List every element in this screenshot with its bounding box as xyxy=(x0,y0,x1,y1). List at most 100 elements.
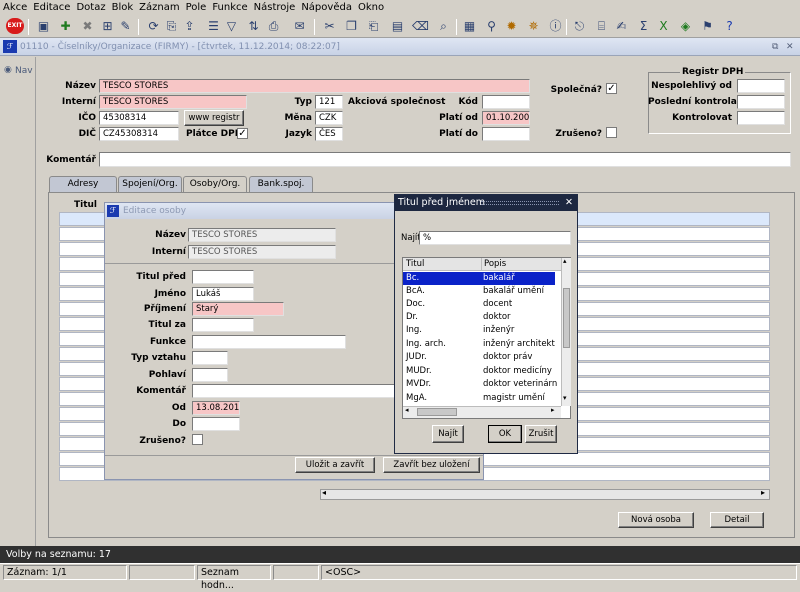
excel-icon[interactable]: X xyxy=(656,19,671,34)
menu-nastroje[interactable]: Nástroje xyxy=(251,0,299,16)
tab-osoby[interactable]: Osoby/Org. xyxy=(183,176,247,193)
scroll-left-icon[interactable]: ◂ xyxy=(322,488,326,497)
info-icon[interactable]: ⓘ xyxy=(548,19,563,34)
ico-field[interactable]: 45308314 xyxy=(99,111,179,125)
list-icon[interactable]: ☰ xyxy=(206,19,221,34)
lov-close-icon[interactable]: ✕ xyxy=(565,195,573,211)
jazyk-field[interactable]: ČES xyxy=(315,127,343,141)
flag-icon[interactable]: ⚑ xyxy=(700,19,715,34)
lov-ok-button[interactable]: OK xyxy=(488,425,522,443)
link-icon[interactable]: ⎋ xyxy=(572,19,587,34)
pohlavi-field[interactable] xyxy=(192,368,228,382)
menu-dotaz[interactable]: Dotaz xyxy=(73,0,108,16)
nav-icon[interactable]: ◉ xyxy=(4,65,12,75)
close-icon[interactable]: ✕ xyxy=(786,38,794,56)
lov-cancel-button[interactable]: Zrušit xyxy=(525,425,557,443)
list-item[interactable]: JUDr. doktor práv xyxy=(403,351,555,364)
settings-icon[interactable]: ✹ xyxy=(504,19,519,34)
typ-vztahu-field[interactable] xyxy=(192,351,228,365)
pin-icon[interactable]: ⚲ xyxy=(484,19,499,34)
list-item[interactable]: Ing. inženýr xyxy=(403,324,555,337)
restore-icon[interactable]: ⧉ xyxy=(772,38,778,56)
posledni-kontrola-field[interactable] xyxy=(737,95,785,109)
prijmeni-field[interactable]: Starý xyxy=(192,302,284,316)
nazev-field[interactable]: TESCO STORES xyxy=(99,79,530,93)
zruseno-checkbox[interactable] xyxy=(606,127,617,138)
search-icon[interactable]: ⌕ xyxy=(436,19,451,34)
jmeno-field[interactable]: Lukáš xyxy=(192,287,254,301)
save-icon[interactable]: ▣ xyxy=(36,19,51,34)
nova-osoba-button[interactable]: Nová osoba xyxy=(618,512,694,528)
refresh-icon[interactable]: ⟳ xyxy=(146,19,161,34)
list-item[interactable]: BcA. bakalář umění xyxy=(403,285,555,298)
list-item[interactable]: MUDr. doktor medicíny xyxy=(403,365,555,378)
export-icon[interactable]: ⇪ xyxy=(182,19,197,34)
list-item[interactable]: MVDr. doktor veterinární m xyxy=(403,378,557,391)
clear-icon[interactable]: ⌫ xyxy=(412,19,429,34)
note-icon[interactable]: ✍ xyxy=(614,19,629,34)
scroll-right-icon[interactable]: ▸ xyxy=(761,488,765,497)
funkce-field[interactable] xyxy=(192,335,346,349)
menu-funkce[interactable]: Funkce xyxy=(209,0,250,16)
calc-icon[interactable]: ▦ xyxy=(462,19,477,34)
delete-icon[interactable]: ✖ xyxy=(80,19,95,34)
komentar-field[interactable] xyxy=(99,152,791,167)
platce-dph-checkbox[interactable]: ✓ xyxy=(237,128,248,139)
cut-icon[interactable]: ✂ xyxy=(322,19,337,34)
list-item[interactable]: Bc. bakalář xyxy=(403,272,555,285)
lov-horizontal-scrollbar[interactable]: ◂ ▸ xyxy=(403,406,561,418)
editor-zruseno-checkbox[interactable] xyxy=(192,434,203,445)
do-field[interactable] xyxy=(192,417,240,431)
lock-icon[interactable]: ⊞ xyxy=(100,19,115,34)
lov-find-input[interactable]: % xyxy=(419,231,571,245)
nespolehlivy-field[interactable] xyxy=(737,79,785,93)
filter-icon[interactable]: ▽ xyxy=(224,19,239,34)
list-item[interactable]: MgA. magistr umění xyxy=(403,392,555,405)
star-icon[interactable]: ✵ xyxy=(526,19,541,34)
scroll-down-icon[interactable]: ▾ xyxy=(563,394,567,402)
detail-button[interactable]: Detail xyxy=(710,512,764,528)
kod-field[interactable] xyxy=(482,95,530,109)
menu-editace[interactable]: Editace xyxy=(30,0,73,16)
document-icon[interactable]: ▤ xyxy=(390,19,405,34)
mena-field[interactable]: CZK xyxy=(315,111,343,125)
grid-horizontal-scrollbar[interactable]: ◂ ▸ xyxy=(320,488,770,500)
sort-icon[interactable]: ⇅ xyxy=(246,19,261,34)
scroll-up-icon[interactable]: ▴ xyxy=(563,257,567,265)
scroll-thumb[interactable] xyxy=(563,288,570,348)
menu-okno[interactable]: Okno xyxy=(355,0,387,16)
kontrolovat-field[interactable] xyxy=(737,111,785,125)
exit-icon[interactable]: EXIT xyxy=(6,18,24,34)
dic-field[interactable]: CZ45308314 xyxy=(99,127,179,141)
scroll-right-icon[interactable]: ▸ xyxy=(551,406,555,414)
lov-vertical-scrollbar[interactable]: ▴ ▾ xyxy=(561,257,571,406)
menu-zaznam[interactable]: Záznam xyxy=(136,0,182,16)
tab-spojeni[interactable]: Spojení/Org. xyxy=(118,176,182,192)
add-icon[interactable]: ✚ xyxy=(58,19,73,34)
plati-do-field[interactable] xyxy=(482,127,530,141)
edit-icon[interactable]: ✎ xyxy=(118,19,133,34)
lov-find-button[interactable]: Najít xyxy=(432,425,464,443)
print-icon[interactable]: ⎙ xyxy=(266,19,281,34)
paste-icon[interactable]: ⎗ xyxy=(366,19,381,34)
zoom-icon[interactable]: ⌸ xyxy=(594,19,609,34)
titul-pred-field[interactable] xyxy=(192,270,254,284)
close-no-save-button[interactable]: Zavřít bez uložení xyxy=(383,457,480,473)
od-field[interactable]: 13.08.2013 xyxy=(192,401,240,415)
typ-field[interactable]: 121 xyxy=(315,95,343,109)
spolecna-checkbox[interactable]: ✓ xyxy=(606,83,617,94)
list-item[interactable]: Dr. doktor xyxy=(403,311,555,324)
nav-label[interactable]: Nav xyxy=(15,66,33,76)
tab-adresy[interactable]: Adresy xyxy=(49,176,117,192)
menu-akce[interactable]: Akce xyxy=(0,0,30,16)
copy-icon[interactable]: ❐ xyxy=(344,19,359,34)
mail-icon[interactable]: ✉ xyxy=(292,19,307,34)
help-icon[interactable]: ? xyxy=(722,19,737,34)
www-registr-button[interactable]: www registr xyxy=(184,110,244,126)
interni-field[interactable]: TESCO STORES xyxy=(99,95,247,109)
save-close-button[interactable]: Uložit a zavřít xyxy=(295,457,375,473)
menu-pole[interactable]: Pole xyxy=(183,0,210,16)
titul-za-field[interactable] xyxy=(192,318,254,332)
tab-bank-spoj[interactable]: Bank.spoj. xyxy=(249,176,313,192)
scroll-left-icon[interactable]: ◂ xyxy=(405,406,409,414)
